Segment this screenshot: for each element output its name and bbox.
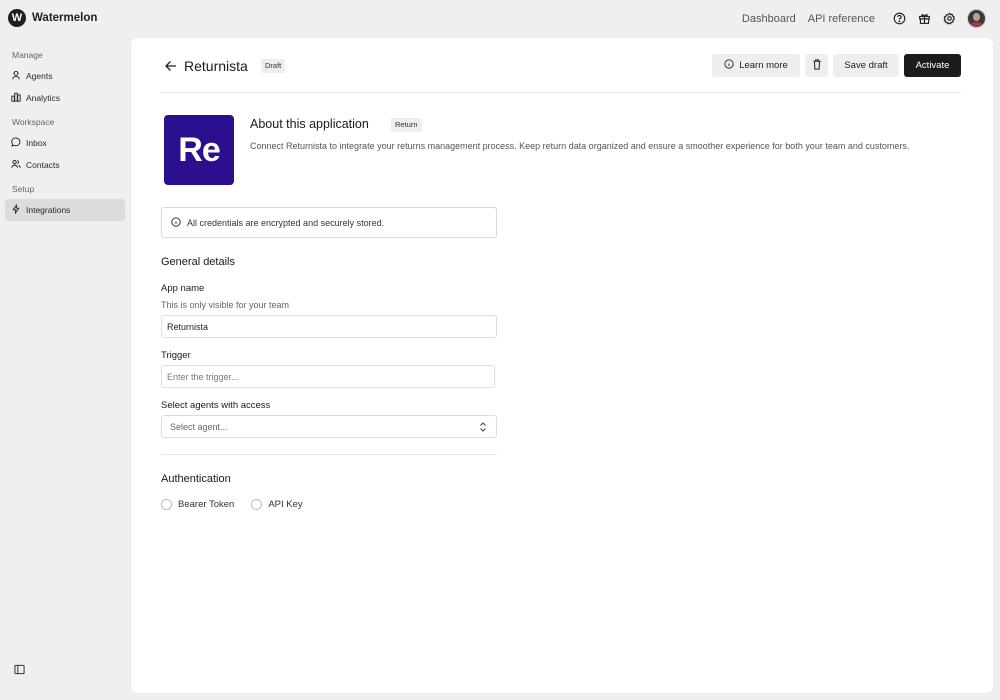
brand[interactable]: W Watermelon bbox=[8, 9, 97, 27]
dashboard-link[interactable]: Dashboard bbox=[742, 13, 796, 25]
authentication-heading: Authentication bbox=[161, 473, 231, 485]
help-icon[interactable] bbox=[892, 12, 906, 26]
page-header: Returnista Draft Learn more Save draft A… bbox=[164, 54, 961, 92]
sidebar-section-workspace: Workspace bbox=[12, 117, 55, 127]
app-name-input[interactable] bbox=[161, 315, 497, 338]
credentials-notice: All credentials are encrypted and secure… bbox=[161, 207, 497, 238]
agent-select[interactable]: Select agent... bbox=[161, 415, 497, 438]
trigger-input[interactable] bbox=[161, 365, 495, 388]
status-badge: Draft bbox=[261, 59, 286, 73]
category-badge: Return bbox=[391, 118, 422, 132]
app-name-label: App name bbox=[161, 283, 205, 294]
app-logo: Re bbox=[164, 115, 234, 185]
bearer-token-label[interactable]: Bearer Token bbox=[178, 499, 234, 510]
back-arrow-icon[interactable] bbox=[164, 59, 178, 73]
agent-select-placeholder: Select agent... bbox=[170, 421, 228, 432]
sidebar-item-label: Analytics bbox=[26, 93, 61, 103]
sidebar-item-agents[interactable]: Agents bbox=[5, 65, 125, 87]
api-reference-link[interactable]: API reference bbox=[808, 13, 875, 25]
sidebar-item-analytics[interactable]: Analytics bbox=[5, 87, 125, 109]
gift-icon[interactable] bbox=[917, 12, 931, 26]
sidebar-item-label: Integrations bbox=[26, 205, 71, 215]
sidebar-section-manage: Manage bbox=[12, 50, 43, 60]
app-name-help: This is only visible for your team bbox=[161, 300, 290, 310]
brand-name: Watermelon bbox=[32, 12, 98, 24]
settings-gear-icon[interactable] bbox=[942, 12, 956, 26]
section-divider bbox=[161, 454, 497, 455]
trigger-label: Trigger bbox=[161, 350, 191, 361]
activate-button[interactable]: Activate bbox=[904, 54, 961, 77]
user-avatar[interactable] bbox=[967, 9, 986, 28]
sidebar-item-label: Inbox bbox=[26, 138, 47, 148]
header-actions: Learn more Save draft Activate bbox=[712, 54, 961, 77]
top-nav: Dashboard API reference bbox=[742, 9, 986, 28]
sidebar-item-inbox[interactable]: Inbox bbox=[5, 132, 125, 154]
chat-bubble-icon bbox=[11, 137, 21, 149]
sidebar-item-integrations[interactable]: Integrations bbox=[5, 199, 125, 221]
learn-more-button[interactable]: Learn more bbox=[712, 54, 800, 77]
about-description: Connect Returnista to integrate your ret… bbox=[250, 141, 910, 151]
api-key-label[interactable]: API Key bbox=[268, 499, 302, 510]
agents-label: Select agents with access bbox=[161, 400, 271, 411]
users-icon bbox=[11, 159, 21, 171]
header-divider bbox=[161, 92, 961, 93]
main-panel: Returnista Draft Learn more Save draft A… bbox=[131, 38, 993, 693]
brand-logo: W bbox=[8, 9, 26, 27]
save-draft-button[interactable]: Save draft bbox=[833, 54, 899, 77]
sidebar-item-label: Agents bbox=[26, 71, 53, 81]
learn-more-label: Learn more bbox=[739, 60, 788, 71]
info-icon bbox=[724, 59, 734, 72]
sidebar-item-label: Contacts bbox=[26, 160, 60, 170]
trash-icon bbox=[812, 58, 822, 73]
notice-text: All credentials are encrypted and secure… bbox=[187, 217, 385, 228]
chevron-up-down-icon bbox=[479, 422, 487, 432]
sidebar: Manage Agents Analytics Workspace Inbox … bbox=[0, 38, 130, 700]
about-title: About this application bbox=[250, 117, 369, 131]
general-details-heading: General details bbox=[161, 256, 235, 268]
delete-button[interactable] bbox=[805, 54, 828, 77]
api-key-radio[interactable] bbox=[251, 499, 263, 510]
bar-chart-icon bbox=[11, 92, 21, 104]
auth-options: Bearer Token API Key bbox=[161, 499, 320, 510]
lightning-icon bbox=[11, 204, 21, 216]
sidebar-section-setup: Setup bbox=[12, 184, 35, 194]
sidebar-toggle-icon[interactable] bbox=[14, 662, 25, 675]
info-icon bbox=[171, 216, 181, 229]
top-bar: W Watermelon Dashboard API reference bbox=[0, 0, 1000, 38]
page-title: Returnista bbox=[184, 58, 248, 74]
bearer-token-radio[interactable] bbox=[161, 499, 172, 510]
agent-icon bbox=[11, 70, 21, 82]
sidebar-item-contacts[interactable]: Contacts bbox=[5, 154, 125, 176]
